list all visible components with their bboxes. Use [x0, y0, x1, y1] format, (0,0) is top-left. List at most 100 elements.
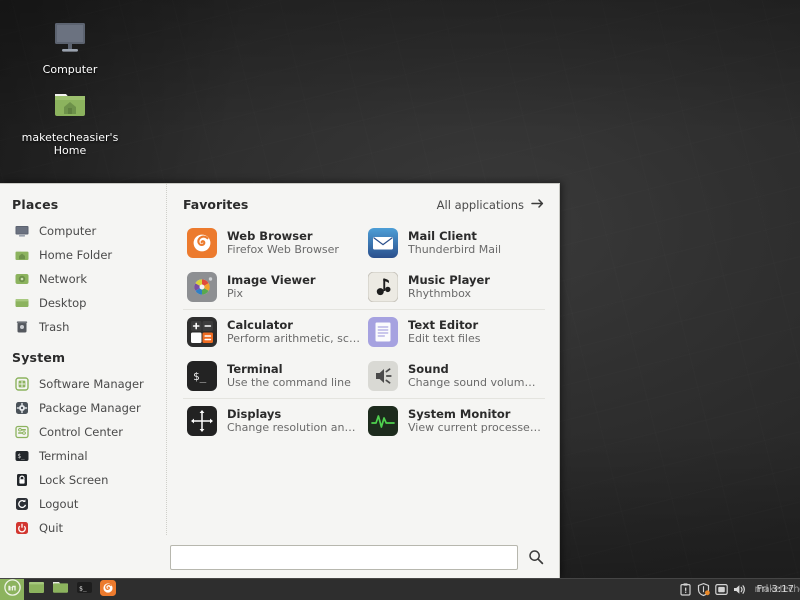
favorite-calculator[interactable]: Calculator Perform arithmetic, scient…: [183, 310, 364, 354]
sidebar-item-terminal[interactable]: $_ Terminal: [0, 444, 166, 468]
lock-icon: [14, 472, 30, 488]
sidebar-item-label: Lock Screen: [39, 473, 108, 487]
sidebar-item-home-folder[interactable]: Home Folder: [0, 243, 166, 267]
mint-logo-icon: [4, 579, 21, 600]
show-desktop-icon: [28, 580, 45, 599]
pix-icon: [187, 272, 217, 302]
favorites-row: Web Browser Firefox Web Browser Mail Cli…: [183, 221, 545, 265]
favorite-text-editor[interactable]: Text Editor Edit text files: [364, 310, 545, 354]
firefox-icon: [100, 580, 116, 600]
menu-sidebar: Places Computer Home Folder Network: [0, 184, 167, 535]
favorite-sound[interactable]: Sound Change sound volume an…: [364, 354, 545, 398]
launcher-firefox[interactable]: [96, 579, 120, 600]
sidebar-item-label: Quit: [39, 521, 63, 535]
favorites-row: Image Viewer Pix Music Player Rhythmbox: [183, 265, 545, 309]
favorite-description: Pix: [227, 287, 316, 301]
favorites-row: Displays Change resolution and p… System…: [183, 398, 545, 443]
launcher-show-desktop[interactable]: [24, 579, 48, 600]
favorite-name: Sound: [408, 362, 541, 376]
clipboard-icon[interactable]: [678, 582, 693, 597]
sidebar-item-label: Network: [39, 272, 87, 286]
favorite-terminal[interactable]: $_ Terminal Use the command line: [183, 354, 364, 398]
sidebar-item-lock-screen[interactable]: Lock Screen: [0, 468, 166, 492]
desktop-icon-label: maketecheasier's Home: [22, 131, 119, 157]
menu-body: Places Computer Home Folder Network: [0, 184, 559, 535]
network-tray-icon[interactable]: [714, 582, 729, 597]
system-heading: System: [0, 350, 166, 372]
sidebar-item-label: Trash: [39, 320, 69, 334]
favorite-text: Displays Change resolution and p…: [227, 407, 360, 435]
favorite-description: Perform arithmetic, scient…: [227, 332, 360, 346]
sidebar-item-control-center[interactable]: Control Center: [0, 420, 166, 444]
svg-text:$_: $_: [193, 370, 207, 383]
application-menu: Places Computer Home Folder Network: [0, 183, 560, 579]
terminal-icon: $_: [187, 361, 217, 391]
favorites-pane: Favorites All applications: [167, 184, 559, 535]
sidebar-item-package-manager[interactable]: Package Manager: [0, 396, 166, 420]
svg-text:$_: $_: [79, 584, 87, 592]
software-manager-icon: [14, 376, 30, 392]
favorite-text: Sound Change sound volume an…: [408, 362, 541, 390]
sidebar-item-label: Desktop: [39, 296, 86, 310]
desktop-icon-label: Computer: [43, 63, 98, 76]
clock[interactable]: Fri 3:17 maketecheasier.com: [751, 584, 800, 595]
sidebar-item-logout[interactable]: Logout: [0, 492, 166, 516]
sidebar-item-trash[interactable]: Trash: [0, 315, 166, 339]
sidebar-item-computer[interactable]: Computer: [0, 219, 166, 243]
sidebar-item-label: Computer: [39, 224, 96, 238]
places-heading: Places: [0, 197, 166, 219]
favorite-music-player[interactable]: Music Player Rhythmbox: [364, 265, 545, 309]
favorite-text: Terminal Use the command line: [227, 362, 351, 390]
sidebar-item-label: Logout: [39, 497, 78, 511]
shield-icon[interactable]: [696, 582, 711, 597]
sidebar-item-network[interactable]: Network: [0, 267, 166, 291]
launcher-terminal[interactable]: $_: [72, 579, 96, 600]
start-menu-button[interactable]: [0, 579, 24, 600]
sound-icon: [368, 361, 398, 391]
all-applications-button[interactable]: All applications: [437, 198, 545, 212]
favorites-row: $_ Terminal Use the command line Sound: [183, 354, 545, 398]
sidebar-item-software-manager[interactable]: Software Manager: [0, 372, 166, 396]
sidebar-item-label: Terminal: [39, 449, 88, 463]
favorite-name: Web Browser: [227, 229, 339, 243]
search-icon[interactable]: [527, 548, 545, 566]
favorite-text: Calculator Perform arithmetic, scient…: [227, 318, 360, 346]
search-input[interactable]: [170, 545, 518, 570]
favorite-text: Image Viewer Pix: [227, 273, 316, 301]
favorites-header: Favorites All applications: [183, 197, 545, 212]
favorite-description: Rhythmbox: [408, 287, 490, 301]
favorite-web-browser[interactable]: Web Browser Firefox Web Browser: [183, 221, 364, 265]
taskbar: $_ Fri 3:17 maketecheasier.com: [0, 578, 800, 600]
favorite-name: Music Player: [408, 273, 490, 287]
launcher-files[interactable]: [48, 579, 72, 600]
favorite-name: Displays: [227, 407, 360, 421]
favorite-mail-client[interactable]: Mail Client Thunderbird Mail: [364, 221, 545, 265]
sidebar-item-label: Home Folder: [39, 248, 112, 262]
thunderbird-icon: [368, 228, 398, 258]
favorite-description: Change sound volume an…: [408, 376, 541, 390]
sidebar-item-label: Control Center: [39, 425, 123, 439]
svg-text:$_: $_: [17, 453, 25, 460]
home-folder-icon: [14, 247, 30, 263]
rhythmbox-icon: [368, 272, 398, 302]
network-icon: [14, 271, 30, 287]
favorite-text: Mail Client Thunderbird Mail: [408, 229, 501, 257]
desktop-icon-computer[interactable]: Computer: [10, 14, 130, 76]
favorites-row: Calculator Perform arithmetic, scient… T…: [183, 309, 545, 354]
desktop-icon-home[interactable]: maketecheasier's Home: [10, 82, 130, 157]
terminal-icon: $_: [14, 448, 30, 464]
favorite-name: Mail Client: [408, 229, 501, 243]
sidebar-item-label: Package Manager: [39, 401, 141, 415]
favorite-name: Text Editor: [408, 318, 481, 332]
favorite-description: Firefox Web Browser: [227, 243, 339, 257]
volume-icon[interactable]: [732, 582, 747, 597]
favorite-system-monitor[interactable]: System Monitor View current processes a…: [364, 399, 545, 443]
all-applications-label: All applications: [437, 198, 524, 212]
favorite-description: Edit text files: [408, 332, 481, 346]
favorite-name: Terminal: [227, 362, 351, 376]
favorite-image-viewer[interactable]: Image Viewer Pix: [183, 265, 364, 309]
favorite-name: Image Viewer: [227, 273, 316, 287]
sidebar-item-desktop[interactable]: Desktop: [0, 291, 166, 315]
favorite-text: Music Player Rhythmbox: [408, 273, 490, 301]
favorite-displays[interactable]: Displays Change resolution and p…: [183, 399, 364, 443]
